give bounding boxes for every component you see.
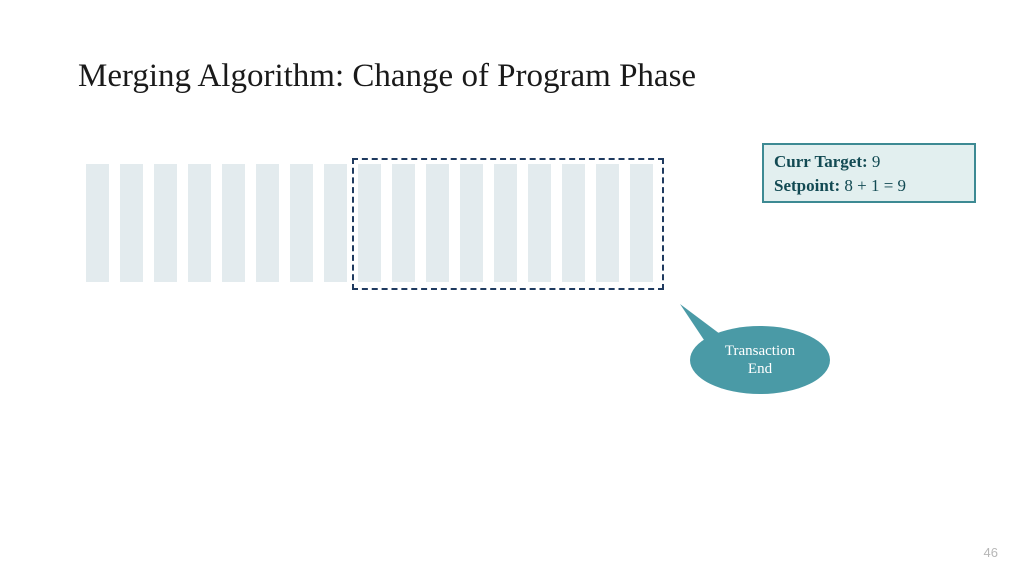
curr-target-value: 9 xyxy=(872,152,881,171)
bar xyxy=(256,164,279,282)
selection-dashed-box xyxy=(352,158,664,290)
bar xyxy=(324,164,347,282)
callout-ellipse: Transaction End xyxy=(690,326,830,394)
bar xyxy=(120,164,143,282)
callout-line1: Transaction xyxy=(725,343,795,359)
bar xyxy=(154,164,177,282)
bar xyxy=(188,164,211,282)
bar xyxy=(222,164,245,282)
setpoint-value: 8 + 1 = 9 xyxy=(844,176,906,195)
callout-tail-icon xyxy=(680,304,740,354)
curr-target-line: Curr Target: 9 xyxy=(774,150,964,174)
bar xyxy=(290,164,313,282)
info-panel: Curr Target: 9 Setpoint: 8 + 1 = 9 xyxy=(762,143,976,203)
curr-target-label: Curr Target: xyxy=(774,152,872,171)
callout-line2: End xyxy=(748,361,772,377)
transaction-end-callout: Transaction End xyxy=(680,304,840,404)
setpoint-line: Setpoint: 8 + 1 = 9 xyxy=(774,174,964,198)
bars-diagram xyxy=(86,158,676,288)
page-number: 46 xyxy=(984,545,998,560)
bar xyxy=(86,164,109,282)
slide-title: Merging Algorithm: Change of Program Pha… xyxy=(78,58,696,95)
setpoint-label: Setpoint: xyxy=(774,176,844,195)
